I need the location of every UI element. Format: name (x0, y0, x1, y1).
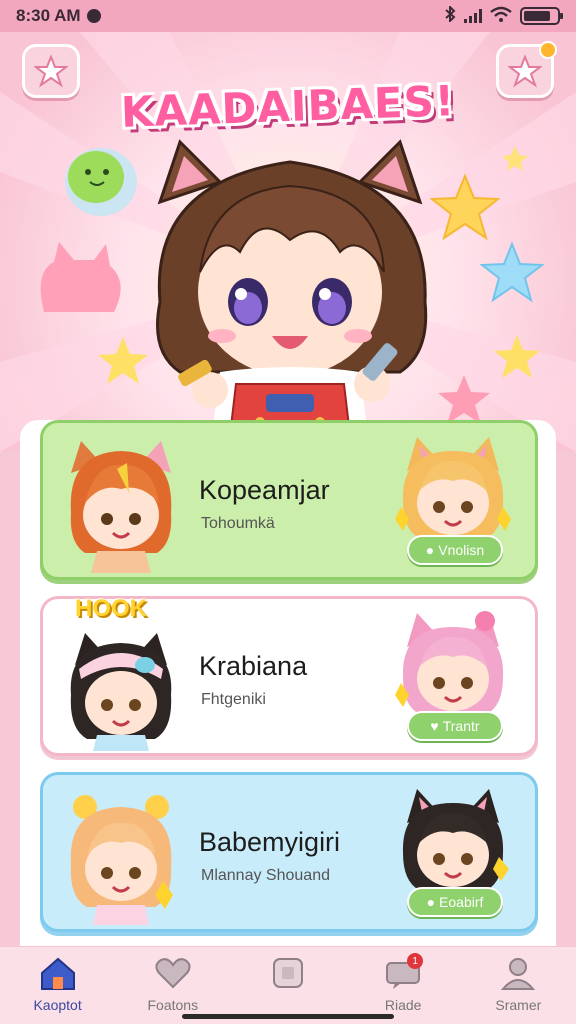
heart-icon (155, 958, 191, 989)
heart-icon: ♥ (430, 718, 439, 734)
nav-item-profile[interactable]: Sramer (468, 955, 568, 1013)
nav-item-chat[interactable]: 1 Riade (353, 953, 453, 1013)
avatar-blonde-cat-icon (395, 437, 511, 539)
home-icon (40, 957, 75, 990)
hero-banner: KAADAIBAES! (0, 32, 576, 452)
nav-item-center[interactable] (238, 955, 338, 997)
bluetooth-icon (444, 4, 456, 27)
chip-label: Eoabirf (439, 894, 484, 910)
character-card-1[interactable]: Kopeamjar Tohoumkä ● Vnolisn (40, 420, 538, 580)
card-title: Krabiana (199, 651, 308, 681)
nav-label: Kaoptot (33, 997, 82, 1013)
card-subtitle: Mlannay Shouand (201, 867, 330, 884)
mascot-girl-illustration (156, 139, 428, 452)
tiny-star-icon (502, 146, 528, 171)
card-action-chip[interactable]: ● Vnolisn (407, 535, 503, 565)
status-time: 8:30 AM (16, 6, 81, 25)
card-action-chip[interactable]: ● Eoabirf (407, 887, 503, 917)
chip-label: Vnolisn (438, 542, 485, 558)
notification-dot (539, 41, 557, 59)
nav-label: Sramer (495, 997, 542, 1013)
avatar-black-cat-icon (402, 789, 509, 891)
bottom-nav: Kaoptot Foatons 1 Riade Sramer (0, 946, 576, 1024)
avatar-orange-buns-icon (70, 795, 173, 925)
blue-star-icon (480, 241, 544, 303)
profile-icon (501, 958, 536, 990)
card-title: Kopeamjar (199, 475, 330, 505)
card-subtitle: Fhtgeniki (201, 691, 266, 708)
nav-item-home[interactable]: Kaoptot (8, 955, 108, 1013)
yellow-star-icon (430, 173, 500, 241)
dot-icon: ● (426, 894, 436, 910)
square-icon (272, 958, 303, 988)
wifi-icon (490, 6, 512, 27)
card-subtitle: Tohoumkä (201, 515, 275, 532)
dot-icon: ● (425, 542, 435, 558)
card-title: Babemyigiri (199, 827, 341, 857)
star-icon (34, 54, 68, 88)
nav-label: Riade (384, 997, 422, 1013)
status-bar: 8:30 AM (0, 0, 576, 32)
notification-icon (86, 9, 101, 23)
avatar-pink-hair-icon (395, 611, 504, 715)
signal-icon (464, 9, 482, 23)
chip-label: Trantr (442, 718, 480, 734)
pink-cat-blob-icon (40, 242, 121, 312)
avatar-black-hair-icon (70, 633, 172, 751)
hook-badge: HOOK (75, 595, 147, 622)
home-indicator[interactable] (182, 1014, 394, 1019)
battery-icon (520, 7, 563, 25)
nav-item-favorites[interactable]: Foatons (123, 955, 223, 1013)
card-action-chip[interactable]: ♥ Trantr (407, 711, 503, 741)
character-card-3[interactable]: Babemyigiri Mlannay Shouand ● Eoabirf (40, 772, 538, 932)
nav-label: Foatons (147, 997, 199, 1013)
yellow-star-right-icon (494, 335, 540, 378)
avatar-redhead-icon (70, 441, 172, 573)
character-card-2[interactable]: HOOK Krabiana Fhtgeniki ♥ Trantr (40, 595, 538, 756)
